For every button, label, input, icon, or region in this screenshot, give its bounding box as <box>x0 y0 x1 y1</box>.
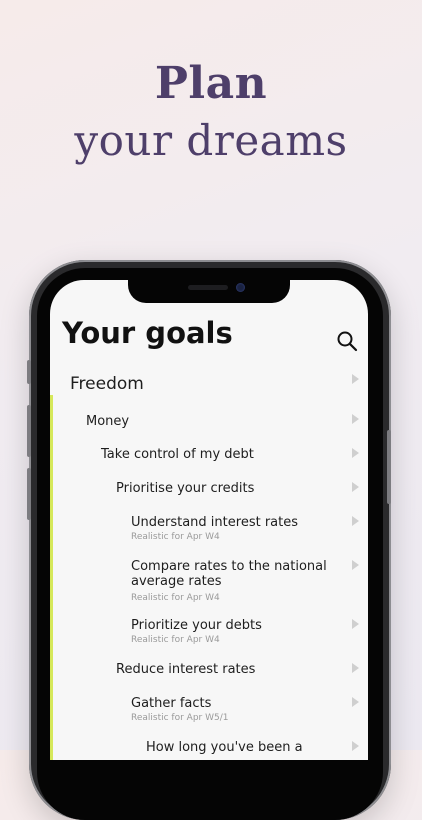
goal-label: Gather facts <box>131 696 212 711</box>
goal-item-credits[interactable]: Prioritise your credits <box>116 481 254 496</box>
chevron-right-icon <box>352 560 359 570</box>
goal-timeframe: Realistic for Apr W5/1 <box>131 713 229 723</box>
chevron-right-icon <box>352 516 359 526</box>
goal-accent-bar <box>50 395 53 760</box>
goal-label: Freedom <box>70 374 144 394</box>
phone-volume-up <box>27 405 31 457</box>
chevron-right-icon <box>352 448 359 458</box>
chevron-right-icon <box>352 482 359 492</box>
goal-label: Take control of my debt <box>101 447 254 462</box>
goal-item-reduce-rates[interactable]: Reduce interest rates <box>116 662 255 677</box>
headline-your-dreams: your dreams <box>74 116 348 165</box>
goal-label: Reduce interest rates <box>116 662 256 677</box>
phone-power-button <box>387 430 391 504</box>
goal-label: How long you've been a <box>146 740 303 755</box>
goal-item-freedom[interactable]: Freedom <box>70 374 144 394</box>
goal-item-money[interactable]: Money <box>86 414 129 429</box>
goal-timeframe: Realistic for Apr W4 <box>131 532 220 542</box>
goal-item-how-long[interactable]: How long you've been a <box>146 740 303 755</box>
goal-label: Money <box>86 414 130 429</box>
goal-item-gather-facts[interactable]: Gather facts Realistic for Apr W5/1 <box>131 696 228 723</box>
phone-camera <box>236 283 245 292</box>
chevron-right-icon <box>352 663 359 673</box>
goal-item-prioritize-debts[interactable]: Prioritize your debts Realistic for Apr … <box>131 618 262 645</box>
goal-label: Prioritize your debts <box>131 618 262 633</box>
goal-item-debt[interactable]: Take control of my debt <box>101 447 254 462</box>
phone-mute-switch <box>27 360 31 384</box>
chevron-right-icon <box>352 697 359 707</box>
goal-label: Understand interest rates <box>131 515 298 530</box>
phone-volume-down <box>27 468 31 520</box>
chevron-right-icon <box>352 374 359 384</box>
chevron-right-icon <box>352 414 359 424</box>
goal-timeframe: Realistic for Apr W4 <box>131 593 220 603</box>
goal-label: Compare rates to the national average ra… <box>131 559 327 589</box>
chevron-right-icon <box>352 619 359 629</box>
goal-label: Prioritise your credits <box>116 481 255 496</box>
goal-timeframe: Realistic for Apr W4 <box>131 635 220 645</box>
app-screen: Your goals Freedom Money Take control of… <box>50 280 368 760</box>
phone-speaker <box>188 285 228 290</box>
goal-item-interest[interactable]: Understand interest rates Realistic for … <box>131 515 298 542</box>
headline-plan: Plan <box>154 58 268 109</box>
goal-item-compare-rates[interactable]: Compare rates to the national average ra… <box>131 559 331 606</box>
search-icon[interactable] <box>336 330 358 352</box>
page-title: Your goals <box>62 316 233 350</box>
